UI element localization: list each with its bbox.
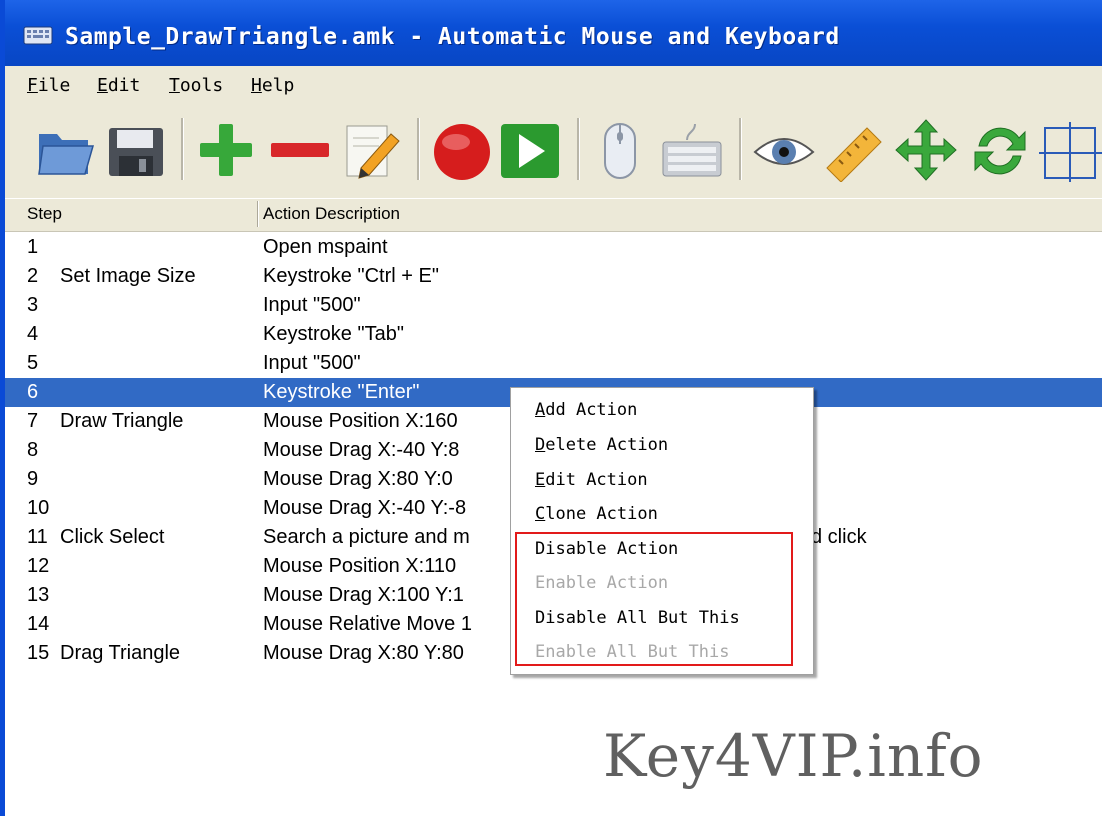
toolbar-separator	[739, 118, 742, 180]
open-folder-icon[interactable]	[33, 116, 99, 182]
menu-item-edit-action[interactable]: Edit Action	[535, 470, 648, 490]
menu-bar: File Edit Tools Help	[5, 66, 1102, 104]
toolbar-separator	[577, 118, 580, 180]
menu-item-add-action[interactable]: Add Action	[535, 400, 637, 420]
record-icon[interactable]	[429, 116, 495, 182]
table-row[interactable]: 4 Keystroke "Tab"	[5, 320, 1102, 349]
menu-edit[interactable]: Edit	[97, 75, 140, 96]
mouse-icon[interactable]	[587, 116, 653, 182]
add-plus-icon[interactable]	[193, 116, 259, 182]
table-row[interactable]: 1 Open mspaint	[5, 233, 1102, 262]
refresh-icon[interactable]	[967, 116, 1033, 182]
toolbar	[5, 104, 1102, 198]
row-action-tail: d click	[811, 526, 867, 548]
title-bar[interactable]: Sample_DrawTriangle.amk - Automatic Mous…	[5, 0, 1102, 66]
ruler-icon[interactable]	[821, 116, 887, 182]
annotation-highlight-box	[515, 532, 793, 666]
keyboard-icon[interactable]	[659, 116, 725, 182]
menu-item-clone-action[interactable]: Clone Action	[535, 504, 658, 524]
table-row[interactable]: 5 Input "500"	[5, 349, 1102, 378]
app-window: Sample_DrawTriangle.amk - Automatic Mous…	[0, 0, 1102, 816]
app-keyboard-icon	[23, 24, 53, 46]
toolbar-separator	[181, 118, 184, 180]
edit-pencil-icon[interactable]	[339, 116, 405, 182]
menu-item-delete-action[interactable]: Delete Action	[535, 435, 668, 455]
menu-file[interactable]: File	[27, 75, 70, 96]
move-arrows-icon[interactable]	[893, 116, 959, 182]
menu-help[interactable]: Help	[251, 75, 294, 96]
toolbar-separator	[417, 118, 420, 180]
select-region-icon[interactable]	[1037, 116, 1102, 182]
list-header: Step Action Description	[5, 198, 1102, 232]
play-icon[interactable]	[497, 116, 563, 182]
table-row[interactable]: 2 Set Image Size Keystroke "Ctrl + E"	[5, 262, 1102, 291]
menu-tools[interactable]: Tools	[169, 75, 223, 96]
remove-minus-icon[interactable]	[267, 116, 333, 182]
column-header-action-description[interactable]: Action Description	[263, 204, 400, 224]
table-row[interactable]: 3 Input "500"	[5, 291, 1102, 320]
eye-icon[interactable]	[751, 116, 817, 182]
column-header-step[interactable]: Step	[27, 204, 62, 224]
save-floppy-icon[interactable]	[103, 116, 169, 182]
watermark: Key4VIP.info	[603, 722, 984, 790]
column-divider[interactable]	[257, 201, 259, 227]
window-title: Sample_DrawTriangle.amk - Automatic Mous…	[65, 24, 840, 50]
